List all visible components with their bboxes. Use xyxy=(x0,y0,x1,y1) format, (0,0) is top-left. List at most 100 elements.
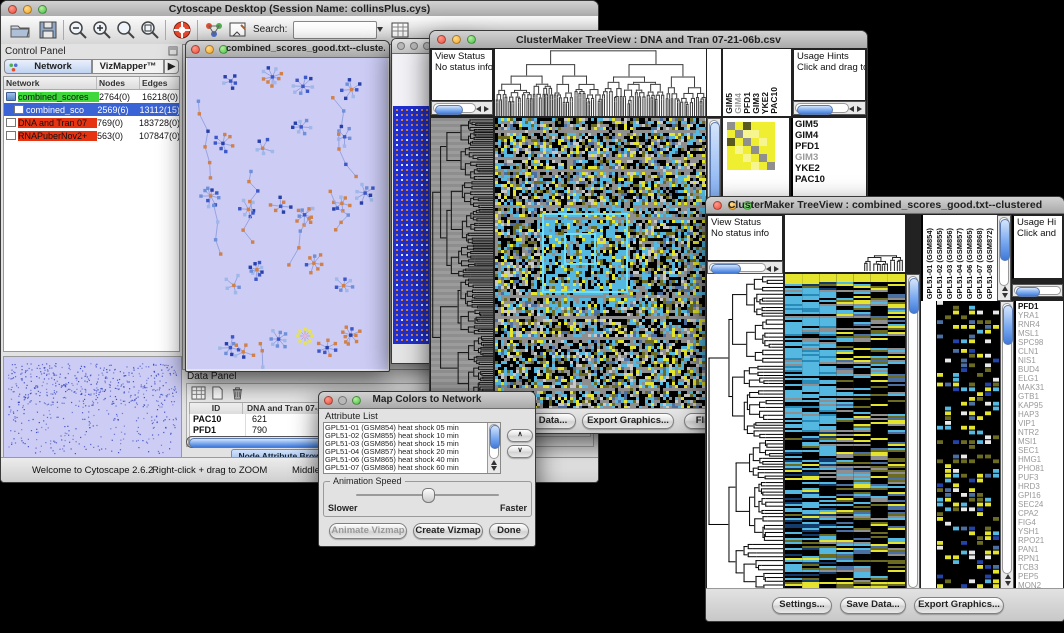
attribute-table-icon[interactable] xyxy=(389,20,411,40)
attribute-list-item[interactable]: GPL51-07 (GSM868) heat shock 60 min xyxy=(325,464,486,472)
annotation-icon[interactable] xyxy=(227,20,249,40)
speed-slider-thumb[interactable] xyxy=(422,488,435,503)
open-folder-icon[interactable] xyxy=(9,20,31,40)
gene-label[interactable]: NTR2 xyxy=(1018,428,1063,437)
network-view-canvas[interactable] xyxy=(187,58,388,369)
gene-label[interactable]: GIM3 xyxy=(795,152,864,163)
gene-label[interactable]: BUD4 xyxy=(1018,365,1063,374)
treeview2-labels-scrollbar[interactable] xyxy=(997,215,1011,301)
zoom-selected-icon[interactable] xyxy=(139,20,161,40)
export-graphics-button[interactable]: Export Graphics... xyxy=(914,597,1004,614)
done-button[interactable]: Done xyxy=(489,523,529,539)
treeview2-status-scrollbar[interactable] xyxy=(707,261,783,274)
gene-label[interactable]: MSI1 xyxy=(1018,437,1063,446)
treeview1-column-dendrogram[interactable] xyxy=(495,49,706,116)
gene-label[interactable]: YKE2 xyxy=(795,163,864,174)
settings-button[interactable]: Settings... xyxy=(772,597,832,614)
gene-label[interactable]: SEC24 xyxy=(1018,500,1063,509)
column-label[interactable]: GPL51-06 (GSM865) xyxy=(965,228,975,299)
gene-label[interactable]: MAK31 xyxy=(1018,383,1063,392)
zoom-in-icon[interactable] xyxy=(91,20,113,40)
network-table-row[interactable]: combined_sco2569(6)13112(15) xyxy=(4,103,179,116)
treeview1-status-scrollbar[interactable] xyxy=(431,101,493,115)
tab-overflow-button[interactable]: ▶ xyxy=(164,59,179,74)
treeview2-gene-list[interactable]: PFD1YRA1RNR4MSL1SPC98CLN1NIS1BUD4ELG1MAK… xyxy=(1014,301,1063,589)
save-data-button[interactable]: Data... xyxy=(530,413,576,429)
gene-label[interactable]: PUF3 xyxy=(1018,473,1063,482)
treeview2-genes-scrollbar[interactable] xyxy=(1000,301,1014,589)
column-label[interactable]: PAC10 xyxy=(770,87,779,114)
search-input[interactable] xyxy=(293,21,377,39)
network-table-row[interactable]: combined_scores2764(0)16218(0) xyxy=(4,90,179,103)
gene-label[interactable]: SEC1 xyxy=(1018,446,1063,455)
treeview2-gene-dendrogram[interactable] xyxy=(707,274,783,590)
gene-label[interactable]: GIM5 xyxy=(795,119,864,130)
save-icon[interactable] xyxy=(37,20,59,40)
network-titlebar[interactable]: combined_scores_good.txt--cluste... xyxy=(186,41,389,58)
move-down-button[interactable]: ∨ xyxy=(507,445,533,458)
gene-label[interactable]: VIP1 xyxy=(1018,419,1063,428)
move-up-button[interactable]: ∧ xyxy=(507,429,533,442)
gene-label[interactable]: CPA2 xyxy=(1018,509,1063,518)
treeview2-zoom-heatmap[interactable] xyxy=(936,301,1000,589)
gene-label[interactable]: GIM4 xyxy=(795,130,864,141)
float-panel-icon[interactable] xyxy=(168,46,178,56)
gene-label[interactable]: KAP95 xyxy=(1018,401,1063,410)
scroll-down-icon[interactable] xyxy=(1002,293,1008,298)
scroll-down-icon[interactable] xyxy=(1005,581,1011,586)
treeview2-heatmap[interactable] xyxy=(785,274,905,590)
network-table-row[interactable]: DNA and Tran 07769(0)183728(0) xyxy=(4,116,179,129)
gene-label[interactable]: PHO81 xyxy=(1018,464,1063,473)
scroll-left-icon[interactable] xyxy=(476,106,481,112)
gene-label[interactable]: SPC98 xyxy=(1018,338,1063,347)
treeview2-titlebar[interactable]: ClusterMaker TreeView : combined_scores_… xyxy=(706,197,1064,214)
treeview1-heatmap[interactable] xyxy=(495,118,706,409)
close-button[interactable] xyxy=(397,42,405,50)
gene-label[interactable]: PFD1 xyxy=(795,141,864,152)
attribute-list-scrollbar[interactable] xyxy=(487,423,500,473)
scroll-up-icon[interactable] xyxy=(491,460,497,465)
save-data-button[interactable]: Save Data... xyxy=(840,597,906,614)
gene-label[interactable]: YRA1 xyxy=(1018,311,1063,320)
gene-label[interactable]: PFD1 xyxy=(1018,302,1063,311)
minimize-button[interactable] xyxy=(410,42,418,50)
scroll-down-icon[interactable] xyxy=(491,466,497,471)
column-label[interactable]: GPL51-02 (GSM855) xyxy=(935,228,945,299)
gene-label[interactable]: YSH1 xyxy=(1018,527,1063,536)
gene-label[interactable]: MSL1 xyxy=(1018,329,1063,338)
create-vizmap-button[interactable]: Create Vizmap xyxy=(413,523,483,539)
column-label[interactable]: GPL51-08 (GSM872) xyxy=(985,228,995,299)
close-button[interactable] xyxy=(191,45,200,54)
treeview1-zoom-matrix[interactable] xyxy=(727,122,775,170)
gene-label[interactable]: PEP5 xyxy=(1018,572,1063,581)
treeview2-vscrollbar[interactable] xyxy=(906,274,920,590)
gene-label[interactable]: FIG4 xyxy=(1018,518,1063,527)
scroll-left-icon[interactable] xyxy=(849,106,854,112)
treeview1-hints-scrollbar[interactable] xyxy=(793,101,866,115)
animate-vizmap-button[interactable]: Animate Vizmap xyxy=(329,523,407,539)
export-graphics-button[interactable]: Export Graphics... xyxy=(582,413,674,429)
network-table-header[interactable]: Network Nodes Edges xyxy=(4,77,179,90)
gene-label[interactable]: CLN1 xyxy=(1018,347,1063,356)
gene-label[interactable]: HMG1 xyxy=(1018,455,1063,464)
gene-label[interactable]: RPN1 xyxy=(1018,554,1063,563)
scroll-right-icon[interactable] xyxy=(857,106,862,112)
column-label[interactable]: GPL51-04 (GSM857) xyxy=(955,228,965,299)
search-dropdown-arrow-icon[interactable] xyxy=(377,27,383,32)
scroll-up-icon[interactable] xyxy=(1005,574,1011,579)
tab-vizmapper[interactable]: VizMapper™ xyxy=(92,59,164,74)
gene-label[interactable]: NIS1 xyxy=(1018,356,1063,365)
gene-label[interactable]: HRD3 xyxy=(1018,482,1063,491)
minimize-button[interactable] xyxy=(205,45,214,54)
gene-label[interactable]: GTB1 xyxy=(1018,392,1063,401)
network-overview-thumbnail[interactable] xyxy=(3,356,182,459)
treeview1-gene-dendrogram[interactable] xyxy=(431,118,493,409)
gene-label[interactable]: HAP3 xyxy=(1018,410,1063,419)
scroll-right-icon[interactable] xyxy=(484,106,489,112)
new-doc-icon[interactable] xyxy=(211,386,224,400)
grid-icon[interactable] xyxy=(191,386,206,400)
network-manager-icon[interactable] xyxy=(203,20,225,40)
gene-label[interactable]: GPI16 xyxy=(1018,491,1063,500)
trash-icon[interactable] xyxy=(231,386,244,400)
treeview1-titlebar[interactable]: ClusterMaker TreeView : DNA and Tran 07-… xyxy=(430,31,867,49)
